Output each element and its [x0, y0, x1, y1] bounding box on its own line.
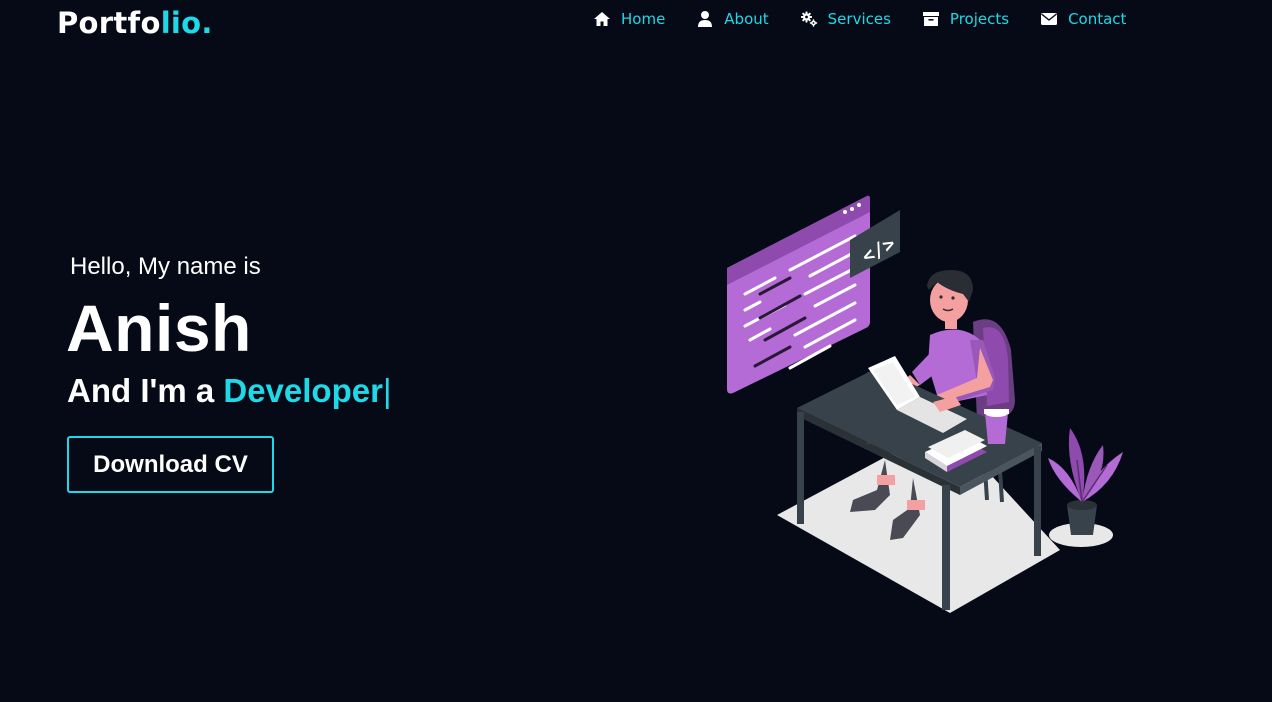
nav-about[interactable]: About [696, 10, 769, 28]
user-icon [696, 10, 714, 28]
main-nav: Home About Services Projects Contact [593, 10, 1126, 28]
role-typed-text: Developer [223, 372, 383, 409]
nav-home-label: Home [621, 10, 666, 28]
role-prefix: And I'm a [67, 372, 215, 409]
logo-main: Portfo [57, 6, 161, 40]
nav-contact[interactable]: Contact [1040, 10, 1126, 28]
cup-icon [984, 409, 1009, 444]
hero-role: And I'm a Developer| [67, 372, 392, 410]
hero-greeting: Hello, My name is [70, 253, 261, 280]
nav-contact-label: Contact [1068, 10, 1127, 28]
logo[interactable]: Portfolio. [57, 6, 213, 40]
hero-name: Anish [66, 291, 252, 365]
envelope-icon [1040, 10, 1058, 28]
page: Portfolio. Home About Services Projects … [0, 0, 1272, 702]
nav-home[interactable]: Home [593, 10, 665, 28]
nav-services-label: Services [827, 10, 891, 28]
typing-cursor: | [382, 372, 392, 409]
nav-services[interactable]: Services [800, 10, 891, 28]
nav-projects[interactable]: Projects [922, 10, 1009, 28]
code-window-icon [727, 195, 870, 394]
logo-accent: lio. [160, 6, 213, 40]
developer-illustration: </> [727, 195, 1123, 613]
plant-icon [1048, 428, 1123, 535]
nav-projects-label: Projects [949, 10, 1010, 28]
download-cv-button[interactable]: Download CV [67, 436, 274, 493]
gears-icon [800, 10, 818, 28]
archive-icon [922, 10, 940, 28]
home-icon [593, 10, 611, 28]
nav-about-label: About [724, 10, 769, 28]
